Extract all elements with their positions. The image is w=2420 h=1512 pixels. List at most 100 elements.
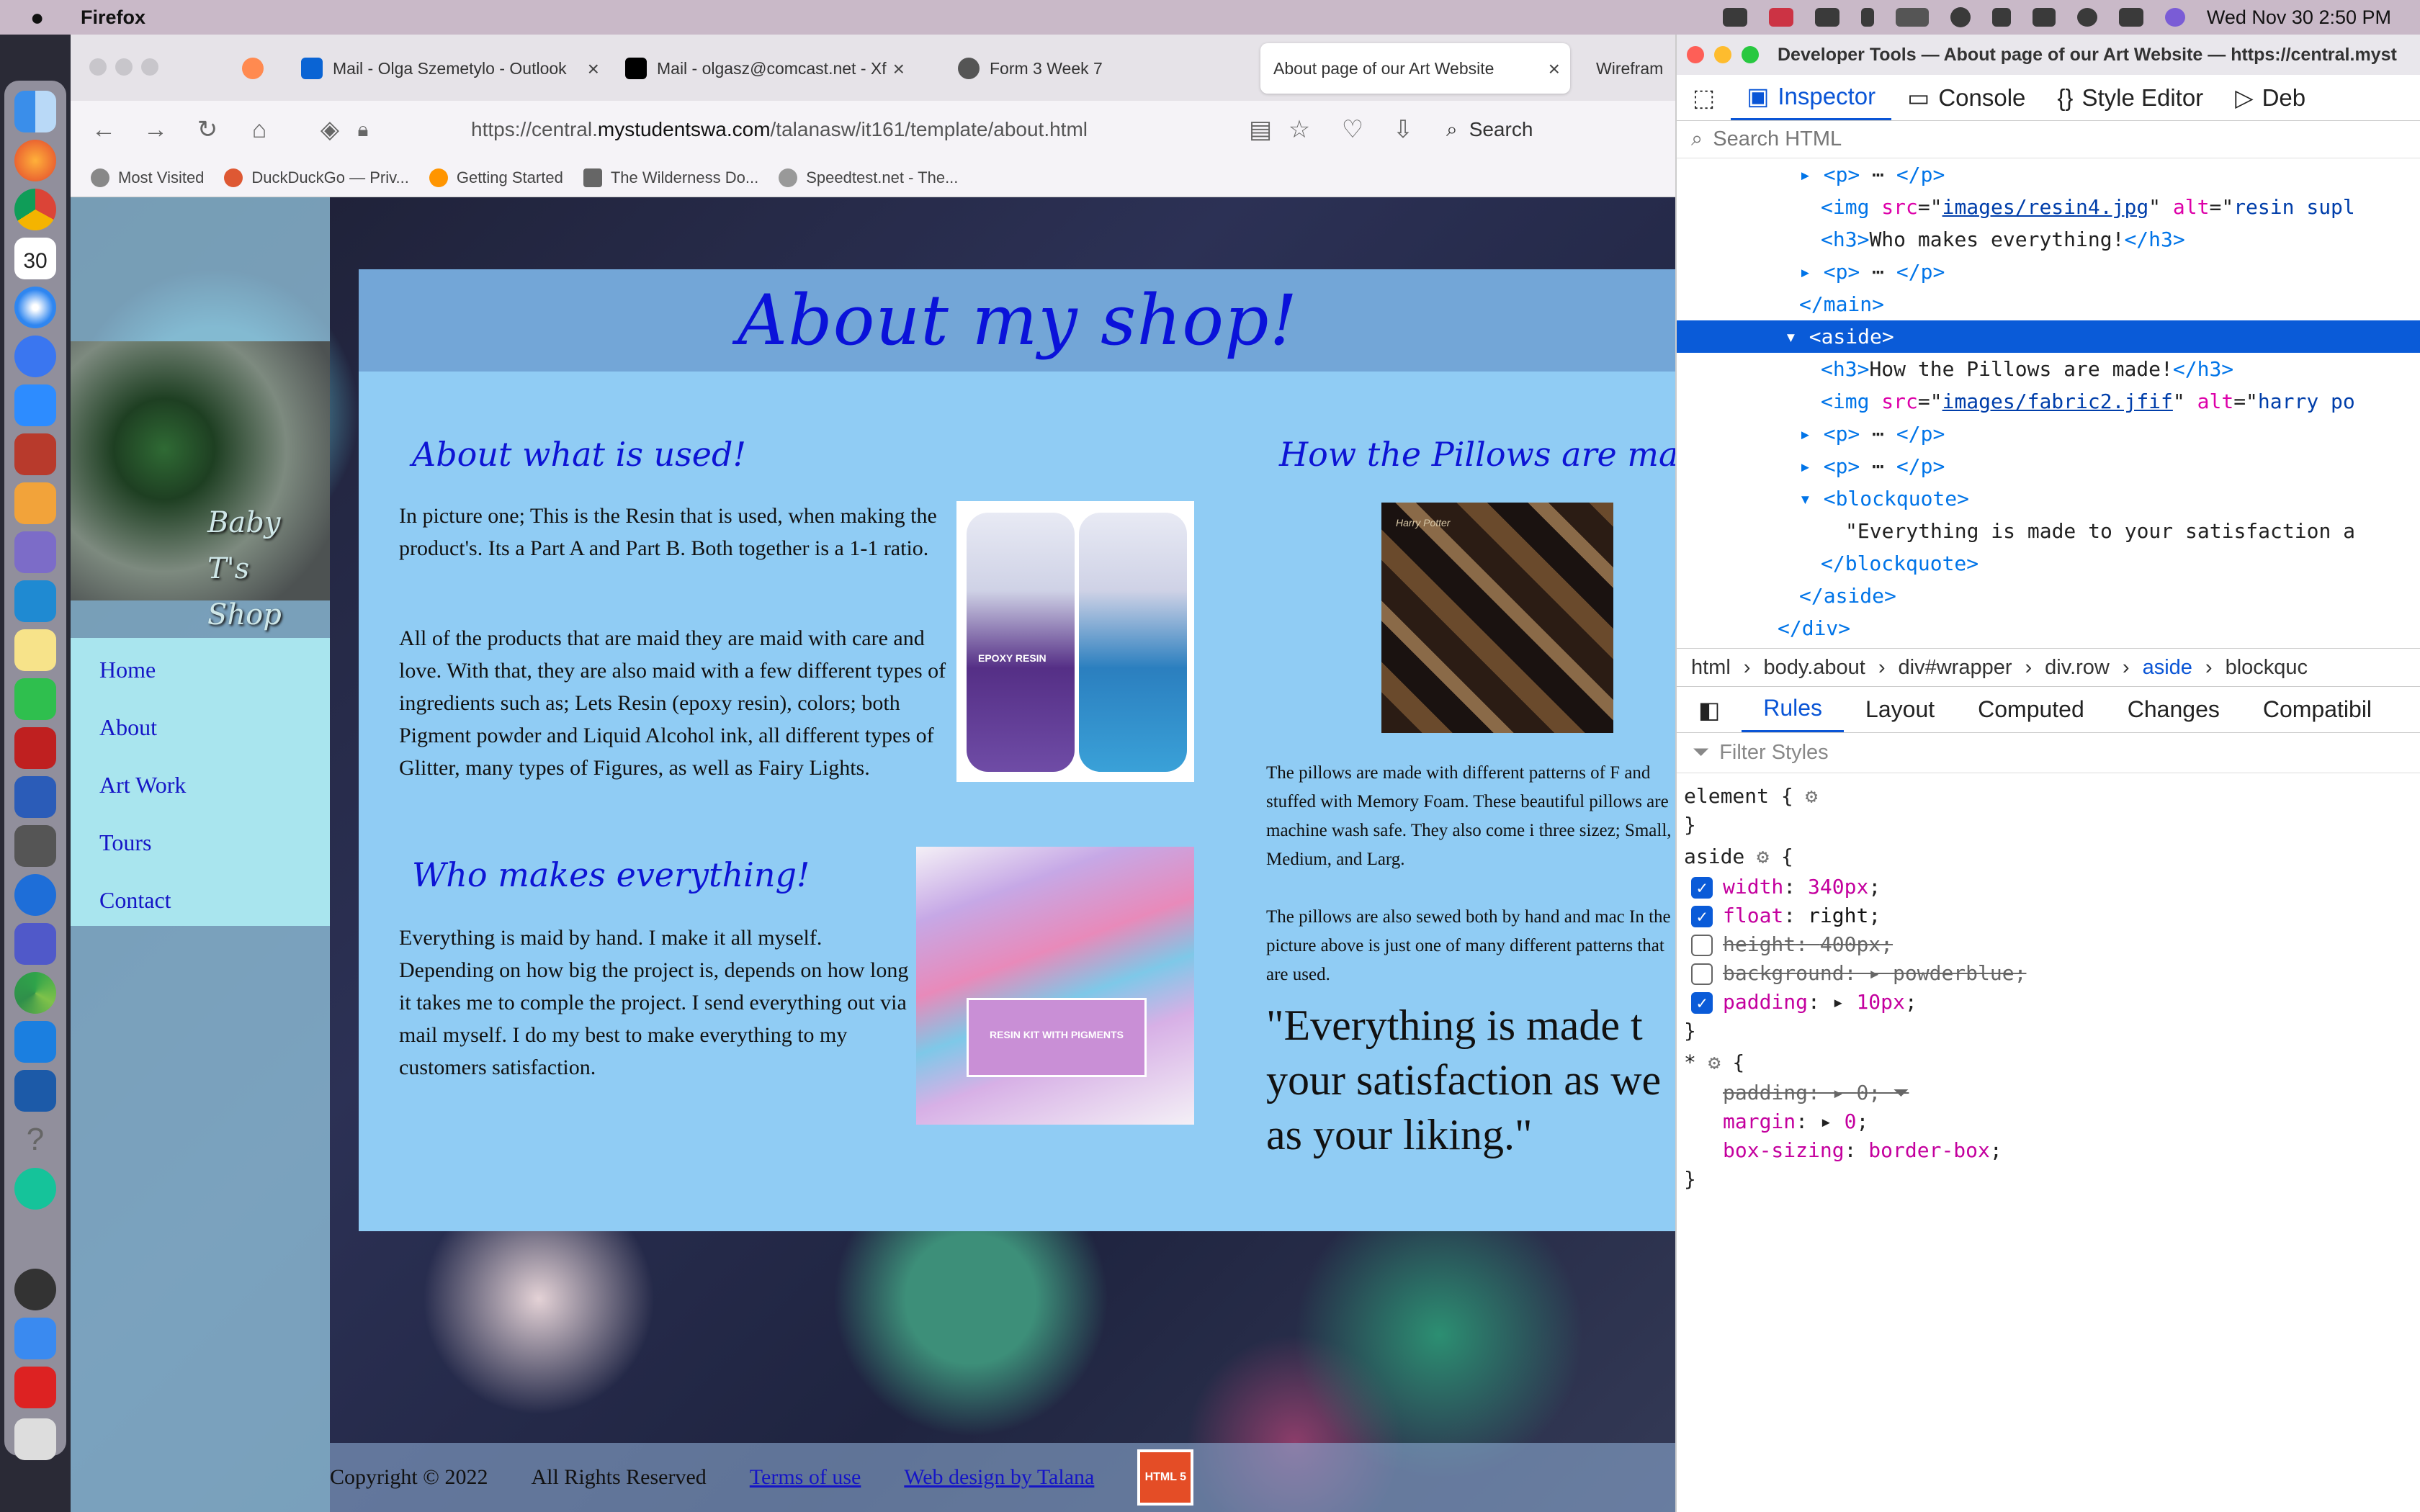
zoom-window-button[interactable]	[141, 58, 158, 76]
numbers-icon[interactable]	[14, 678, 56, 720]
bookmark-speedtest[interactable]: Speedtest.net - The...	[779, 168, 958, 187]
bluetooth-icon[interactable]	[1860, 8, 1874, 27]
bookmark-star-icon[interactable]: ☆	[1285, 115, 1314, 144]
tab-debugger[interactable]: ▷ Deb	[2219, 75, 2321, 120]
dom-node-aside-selected[interactable]: ▾ <aside>	[1677, 320, 2420, 353]
bookmark-wilderness[interactable]: The Wilderness Do...	[583, 168, 758, 187]
download-icon[interactable]: ⇩	[1389, 115, 1417, 144]
pages-icon[interactable]	[14, 482, 56, 524]
web-design-link[interactable]: Web design by Talana	[904, 1465, 1094, 1490]
dom-node-main-close[interactable]: </main>	[1677, 288, 2420, 320]
css-declaration-disabled[interactable]: height: 400px;	[1691, 930, 1893, 959]
preview-icon[interactable]	[14, 531, 56, 573]
shield-icon[interactable]: ◈	[315, 115, 344, 144]
shop-logo[interactable]: Baby T's Shop	[71, 341, 330, 631]
tab-style-editor[interactable]: {} Style Editor	[2041, 75, 2219, 120]
acrobat-icon[interactable]	[14, 1367, 56, 1408]
forward-icon[interactable]: →	[141, 115, 170, 144]
bookmark-most-visited[interactable]: Most Visited	[91, 168, 204, 187]
downloads-stack-icon[interactable]	[14, 1418, 56, 1460]
dom-node-p[interactable]: ▸ <p> ⋯ </p>	[1677, 418, 2420, 450]
user-icon[interactable]	[1950, 7, 1971, 27]
breadcrumb-row[interactable]: div.row	[2045, 656, 2110, 680]
zoom-app-icon[interactable]	[14, 384, 56, 426]
mail-icon[interactable]	[14, 1318, 56, 1359]
notes-icon[interactable]	[14, 629, 56, 671]
filter-icon[interactable]: ⏷	[1893, 1081, 1909, 1104]
tab-rules[interactable]: Rules	[1742, 687, 1845, 732]
tab-about-page[interactable]: About page of our Art Website ×	[1260, 43, 1570, 94]
zoom-devtools-button[interactable]	[1742, 46, 1759, 63]
css-declaration[interactable]: box-sizing: border-box;	[1723, 1136, 2002, 1165]
rule-element-selector[interactable]: element { ⚙	[1684, 782, 1817, 811]
dom-node-p[interactable]: ▸ <p> ⋯ </p>	[1677, 450, 2420, 482]
dom-node-h3-aside[interactable]: <h3>How the Pillows are made!</h3>	[1677, 353, 2420, 385]
dictionary-icon[interactable]	[14, 433, 56, 475]
checkbox-checked-icon[interactable]: ✓	[1691, 877, 1713, 899]
dom-node-p[interactable]: ▸ <p> ⋯ </p>	[1677, 158, 2420, 191]
tab-inspector[interactable]: ▣ Inspector	[1731, 75, 1892, 120]
breadcrumb-blockquote[interactable]: blockquc	[2226, 656, 2308, 680]
safari-icon[interactable]	[14, 287, 56, 328]
element-picker-icon[interactable]: ⬚	[1677, 75, 1731, 120]
back-icon[interactable]: ←	[89, 115, 118, 144]
filezilla-icon[interactable]	[14, 727, 56, 769]
checkbox-checked-icon[interactable]: ✓	[1691, 906, 1713, 927]
nav-home[interactable]: Home	[71, 647, 330, 704]
css-declaration[interactable]: ✓ width: 340px;	[1691, 873, 1881, 901]
malwarebytes-icon[interactable]	[1814, 8, 1839, 27]
nav-about[interactable]: About	[71, 704, 330, 762]
calculator-icon[interactable]	[14, 825, 56, 867]
firefox-icon[interactable]	[14, 140, 56, 181]
tab-computed[interactable]: Computed	[1956, 687, 2106, 732]
dom-node-h3-main[interactable]: <h3>Who makes everything!</h3>	[1677, 223, 2420, 256]
tab-console[interactable]: ▭ Console	[1891, 75, 2041, 120]
finder-icon[interactable]	[14, 91, 56, 132]
tab-wireframe[interactable]: Wirefram	[1583, 43, 1675, 94]
grammarly-icon[interactable]	[14, 1168, 56, 1210]
help-icon[interactable]: ?	[14, 1119, 56, 1161]
dom-node-blockquote-close[interactable]: </blockquote>	[1677, 547, 2420, 580]
css-declaration[interactable]: margin: ▸ 0;	[1723, 1107, 1868, 1136]
breadcrumb-aside[interactable]: aside	[2143, 656, 2192, 680]
dom-node-blockquote-text[interactable]: "Everything is made to your satisfaction…	[1677, 515, 2420, 547]
close-devtools-button[interactable]	[1687, 46, 1704, 63]
close-tab-icon[interactable]: ×	[1549, 58, 1560, 81]
nav-contact[interactable]: Contact	[71, 877, 330, 935]
filter-styles-input[interactable]: ⏷ Filter Styles	[1677, 733, 2420, 773]
teams-icon[interactable]	[14, 923, 56, 965]
nav-tours[interactable]: Tours	[71, 819, 330, 877]
photos-icon[interactable]	[14, 972, 56, 1014]
lock-icon[interactable]: 🔒︎	[349, 115, 377, 144]
control-center-icon[interactable]	[2118, 8, 2143, 27]
app-menu-firefox[interactable]: Firefox	[81, 6, 145, 29]
checkbox-unchecked-icon[interactable]	[1691, 963, 1713, 985]
html5-badge-icon[interactable]: HTML 5	[1137, 1449, 1194, 1506]
breadcrumb-body[interactable]: body.about	[1763, 656, 1865, 680]
minimize-devtools-button[interactable]	[1714, 46, 1731, 63]
dom-node-blockquote[interactable]: ▾ <blockquote>	[1677, 482, 2420, 515]
screenshot-icon[interactable]	[14, 1021, 56, 1063]
malwarebytes-dock-icon[interactable]	[14, 874, 56, 916]
css-declaration-disabled[interactable]: background: ▸ powderblue;	[1691, 959, 2026, 988]
dom-node-p[interactable]: ▸ <p> ⋯ </p>	[1677, 256, 2420, 288]
dom-node-img-resin[interactable]: <img src="images/resin4.jpg" alt="resin …	[1677, 191, 2420, 223]
battery-icon[interactable]	[1895, 8, 1929, 27]
breadcrumb-wrapper[interactable]: div#wrapper	[1899, 656, 2012, 680]
tab-layout[interactable]: Layout	[1844, 687, 1956, 732]
tab-compatibility[interactable]: Compatibil	[2241, 687, 2393, 732]
zoom-icon[interactable]	[1722, 8, 1747, 27]
tab-xfinity-mail[interactable]: Mail - olgasz@comcast.net - Xf ×	[612, 43, 915, 94]
pocket-icon[interactable]: ♡	[1338, 115, 1367, 144]
creative-cloud-icon[interactable]	[1768, 8, 1793, 27]
close-tab-icon[interactable]: ×	[893, 58, 905, 81]
word-icon[interactable]	[14, 776, 56, 818]
siri-icon[interactable]	[2164, 8, 2185, 27]
reader-view-icon[interactable]: ▤	[1246, 115, 1275, 144]
calendar-icon[interactable]: 30	[14, 238, 56, 279]
bookmark-duckduckgo[interactable]: DuckDuckGo — Priv...	[224, 168, 409, 187]
wifi-icon[interactable]	[2032, 8, 2056, 27]
rule-aside-selector[interactable]: aside ⚙ {	[1684, 842, 1793, 871]
terms-link[interactable]: Terms of use	[750, 1465, 861, 1490]
chrome-icon[interactable]	[14, 189, 56, 230]
